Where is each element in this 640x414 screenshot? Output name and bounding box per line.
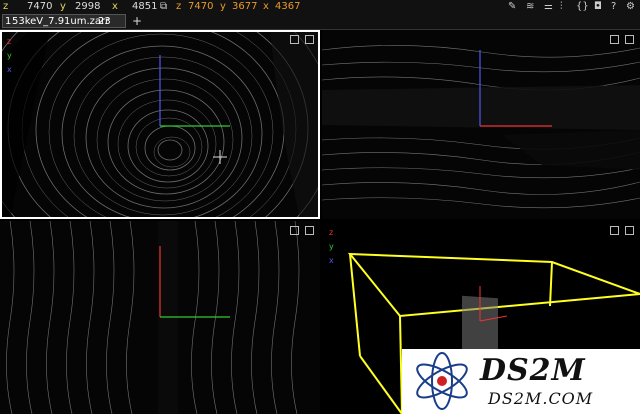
atom-logo-icon (416, 352, 468, 410)
axis-label-z: z (329, 228, 334, 237)
gear-icon[interactable]: ⚙ (626, 0, 635, 13)
layer-tab[interactable]: 1 53keV_7.91um.zarr 23 (2, 14, 126, 28)
coord-z-value[interactable]: 7470 (27, 0, 52, 13)
help-icon[interactable]: ? (611, 0, 616, 13)
xy-image (0, 30, 320, 219)
layer-number: 1 (5, 16, 12, 27)
add-layer-button[interactable]: + (132, 13, 142, 29)
mouse-y-value: 3677 (232, 1, 258, 12)
camera-icon[interactable]: ◘ (594, 0, 602, 13)
coordinate-bar: z 7470 y 2998 x 4851 ⧉ z 7470 y 3677 x 4… (0, 0, 640, 13)
braces-icon[interactable]: {} (576, 0, 589, 13)
coord-x-label: x (112, 1, 118, 12)
panel-popout-button[interactable] (625, 35, 634, 44)
layer-bar: 1 53keV_7.91um.zarr 23 + (0, 13, 640, 30)
mouse-z-value: 7470 (188, 1, 214, 12)
logo-title: DS2M (480, 353, 586, 388)
xz-image (6, 221, 300, 414)
mouse-y-label: y (220, 1, 226, 12)
panel-maximize-button[interactable] (290, 226, 299, 235)
panel-maximize-button[interactable] (610, 35, 619, 44)
coord-y-label: y (60, 1, 66, 12)
sliders-icon[interactable]: ⫶ (560, 0, 563, 13)
mouse-z-label: z (176, 1, 182, 12)
panel-popout-button[interactable] (305, 226, 314, 235)
coord-y-value[interactable]: 2998 (75, 0, 100, 13)
mouse-x-label: x (263, 1, 269, 12)
axis-label-y: y (7, 51, 12, 60)
logo-url: DS2M.COM (488, 389, 594, 408)
panel-maximize-button[interactable] (610, 226, 619, 235)
settings-sliders-icon[interactable]: ⚌ (544, 0, 553, 13)
copy-icon[interactable]: ⧉ (160, 0, 167, 13)
xz-view-panel[interactable] (0, 221, 320, 414)
panel-popout-button[interactable] (625, 226, 634, 235)
wrench-icon[interactable]: ✎ (508, 0, 516, 13)
panel-popout-button[interactable] (305, 35, 314, 44)
axis-label-y: y (329, 242, 334, 251)
coord-x-value[interactable]: 4851 (132, 0, 157, 13)
mouse-x-value: 4367 (275, 1, 301, 12)
zy-image (322, 45, 640, 209)
axis-label-x: x (329, 256, 334, 265)
watermark-logo: DS2M DS2M.COM (402, 349, 640, 414)
layer-name: 53keV_7.91um.zarr (12, 16, 110, 27)
layers-icon[interactable]: ≋ (526, 0, 534, 13)
xy-view-panel[interactable]: z y x 1 k (0, 30, 320, 219)
panel-maximize-button[interactable] (290, 35, 299, 44)
axis-label-x: x (7, 65, 12, 74)
coord-z-label: z (3, 1, 9, 12)
layer-value: 23 (98, 16, 111, 27)
axis-label-z: z (7, 37, 12, 46)
zy-view-panel[interactable] (322, 30, 640, 219)
